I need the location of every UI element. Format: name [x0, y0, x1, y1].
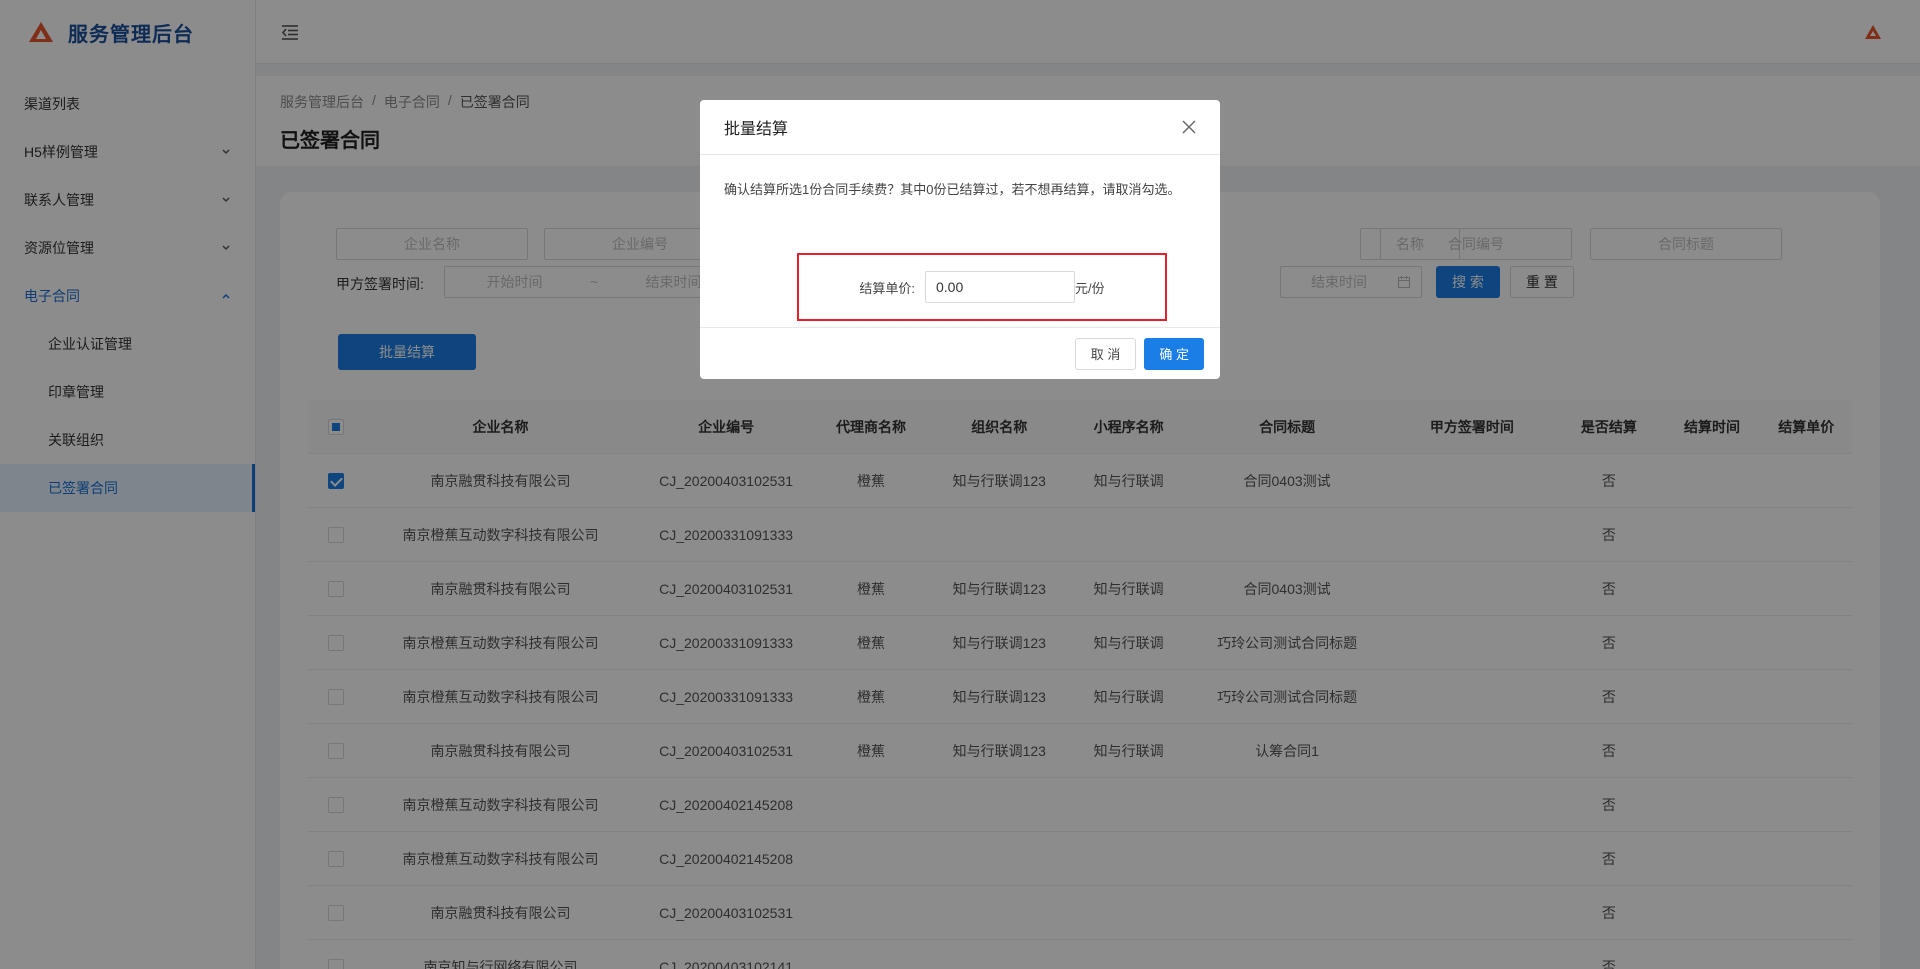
close-icon[interactable]	[1182, 120, 1196, 134]
modal-title: 批量结算	[724, 121, 789, 138]
batch-settle-modal: 批量结算 确认结算所选1份合同手续费？其中0份已结算过，若不想再结算，请取消勾选…	[700, 100, 1220, 379]
price-highlight-box: 结算单价: 元/份	[797, 253, 1167, 321]
confirm-button[interactable]: 确 定	[1144, 337, 1204, 370]
price-label: 结算单价:	[859, 280, 915, 296]
modal-header: 批量结算	[700, 100, 1220, 155]
cancel-button[interactable]: 取 消	[1074, 337, 1137, 370]
price-unit: 元/份	[1075, 280, 1105, 296]
unit-price-input[interactable]	[925, 271, 1075, 303]
modal-message: 确认结算所选1份合同手续费？其中0份已结算过，若不想再结算，请取消勾选。	[724, 182, 1181, 197]
modal-body: 确认结算所选1份合同手续费？其中0份已结算过，若不想再结算，请取消勾选。 结算单…	[700, 155, 1220, 327]
modal-footer: 取 消 确 定	[700, 327, 1220, 379]
